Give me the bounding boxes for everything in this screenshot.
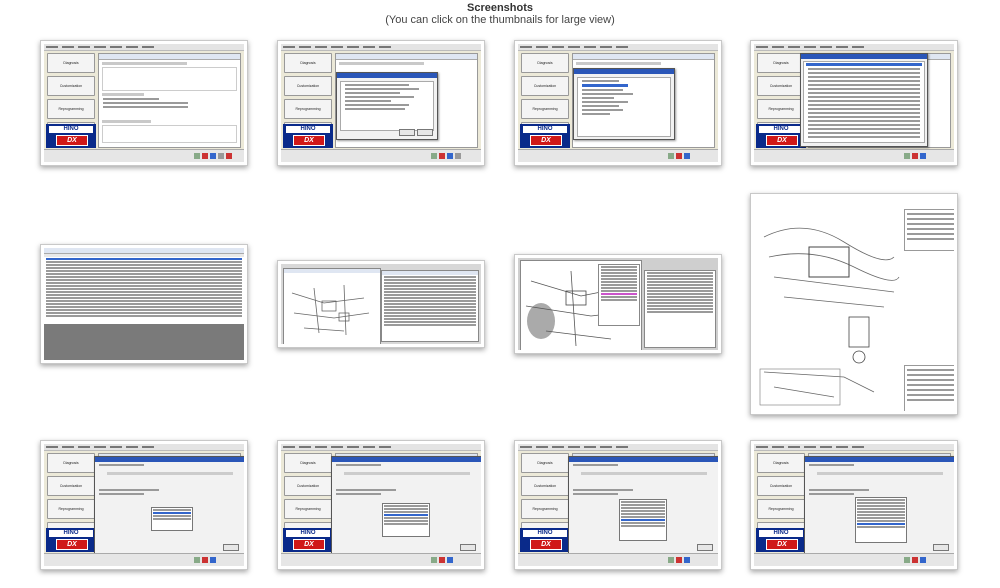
customization-button: Customization <box>47 76 95 96</box>
diagnosis-button: Diagnosis <box>47 453 95 473</box>
diagnosis-button: Diagnosis <box>757 453 805 473</box>
page-header: Screenshots (You can click on the thumbn… <box>0 2 1000 27</box>
thumbnail-1[interactable]: Diagnosis Customization Reprogramming Si… <box>40 40 248 166</box>
customization-button: Customization <box>757 476 805 496</box>
customization-button: Customization <box>284 476 332 496</box>
thumbnail-image: Diagnosis Customization Reprogramming Si… <box>518 444 718 566</box>
customization-button: Customization <box>521 476 569 496</box>
thumbnail-11[interactable]: Diagnosis Customization Reprogramming Si… <box>514 440 722 570</box>
thumbnail-12[interactable]: Diagnosis Customization Reprogramming Si… <box>750 440 958 570</box>
thumbnail-image: Diagnosis Customization Reprogramming Si… <box>754 444 954 566</box>
thumbnail-image: Diagnosis Customization Reprogramming Si… <box>754 44 954 162</box>
thumbnail-image: Diagnosis Customization Reprogramming Si… <box>44 44 244 162</box>
hino-logo: HINO DX <box>756 528 806 552</box>
reprogramming-button: Reprogramming <box>47 99 95 119</box>
reprogramming-button: Reprogramming <box>284 499 332 519</box>
hino-logo: HINO DX <box>756 124 806 148</box>
diagnosis-button: Diagnosis <box>284 53 332 73</box>
screenshots-subtitle: (You can click on the thumbnails for lar… <box>385 14 615 26</box>
thumbnail-4[interactable]: Diagnosis Customization Reprogramming Si… <box>750 40 958 166</box>
reprogramming-button: Reprogramming <box>757 499 805 519</box>
thumbnail-image <box>518 258 718 350</box>
thumbnail-8[interactable] <box>750 193 958 415</box>
diagnosis-button: Diagnosis <box>521 453 569 473</box>
diagnosis-button: Diagnosis <box>521 53 569 73</box>
hino-logo: HINO DX <box>46 528 96 552</box>
diagnosis-button: Diagnosis <box>47 53 95 73</box>
reprogramming-button: Reprogramming <box>757 99 805 119</box>
screenshots-title: Screenshots <box>466 2 534 14</box>
hino-logo: HINO DX <box>283 528 333 552</box>
thumbnail-7[interactable] <box>514 254 722 354</box>
hino-logo: HINO DX <box>46 124 96 148</box>
thumbnail-image <box>281 264 481 344</box>
thumbnail-10[interactable]: Diagnosis Customization Reprogramming Si… <box>277 440 485 570</box>
reprogramming-button: Reprogramming <box>284 99 332 119</box>
hino-logo: HINO DX <box>520 124 570 148</box>
reprogramming-button: Reprogramming <box>521 499 569 519</box>
customization-button: Customization <box>521 76 569 96</box>
thumbnail-image: Diagnosis Customization Reprogramming Si… <box>44 444 244 566</box>
thumbnail-image: Diagnosis Customization Reprogramming Si… <box>518 44 718 162</box>
thumbnail-6[interactable] <box>277 260 485 348</box>
wiring-diagram-icon <box>291 284 370 336</box>
thumbnail-image <box>44 248 244 360</box>
thumbnail-image <box>754 197 954 411</box>
thumbnail-9[interactable]: Diagnosis Customization Reprogramming Si… <box>40 440 248 570</box>
customization-button: Customization <box>47 476 95 496</box>
reprogramming-button: Reprogramming <box>47 499 95 519</box>
hino-logo: HINO DX <box>283 124 333 148</box>
thumbnail-image: Diagnosis Customization Reprogramming Si… <box>281 44 481 162</box>
reprogramming-button: Reprogramming <box>521 99 569 119</box>
customization-button: Customization <box>757 76 805 96</box>
thumbnail-3[interactable]: Diagnosis Customization Reprogramming Si… <box>514 40 722 166</box>
thumbnail-image: Diagnosis Customization Reprogramming Si… <box>281 444 481 566</box>
diagnosis-button: Diagnosis <box>284 453 332 473</box>
customization-button: Customization <box>284 76 332 96</box>
hino-logo: HINO DX <box>520 528 570 552</box>
thumbnail-2[interactable]: Diagnosis Customization Reprogramming Si… <box>277 40 485 166</box>
diagnosis-button: Diagnosis <box>757 53 805 73</box>
thumbnail-5[interactable] <box>40 244 248 364</box>
